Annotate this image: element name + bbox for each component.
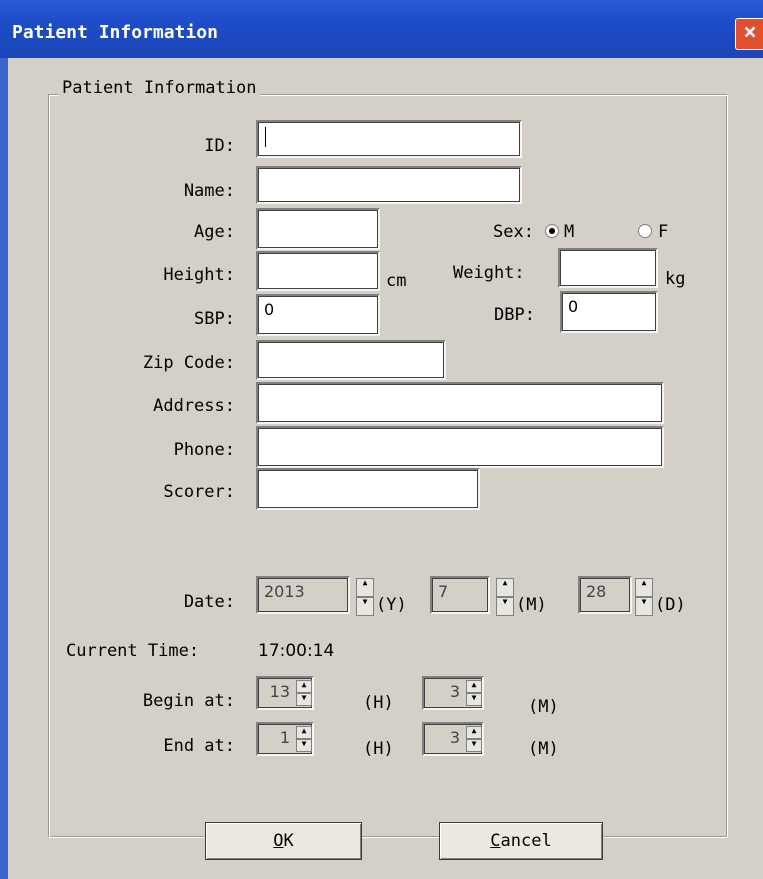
window-title: Patient Information: [12, 22, 218, 43]
day-spinner[interactable]: ▲ ▼: [635, 578, 653, 616]
spin-down-icon[interactable]: ▼: [296, 693, 312, 706]
dbp-field[interactable]: 0: [560, 291, 658, 333]
zip-code-field[interactable]: [256, 340, 446, 380]
patient-info-dialog: Patient Information × Patient Informatio…: [0, 0, 763, 879]
sex-m-label[interactable]: M: [564, 222, 574, 242]
month-field[interactable]: 7: [430, 576, 490, 614]
zip-code-label: Zip Code:: [142, 353, 235, 373]
sex-label: Sex:: [493, 222, 534, 242]
name-field[interactable]: [256, 166, 522, 204]
begin-minute-unit: (M): [528, 697, 559, 717]
text-caret: [265, 127, 266, 147]
spin-up-icon[interactable]: ▲: [466, 726, 482, 739]
sex-f-label[interactable]: F: [658, 222, 668, 242]
year-unit: (Y): [376, 595, 407, 615]
spin-down-icon[interactable]: ▼: [635, 597, 653, 616]
end-at-label: End at:: [163, 736, 235, 756]
end-minute-spinner[interactable]: ▲ ▼: [466, 726, 482, 752]
month-spinner[interactable]: ▲ ▼: [496, 578, 514, 616]
date-label: Date:: [183, 592, 235, 612]
spin-up-icon[interactable]: ▲: [496, 578, 514, 597]
id-field[interactable]: [256, 120, 522, 158]
weight-label: Weight:: [453, 263, 525, 283]
day-unit: (D): [655, 595, 686, 615]
cancel-button[interactable]: Cancel: [439, 822, 603, 860]
weight-unit: kg: [665, 269, 686, 289]
spin-up-icon[interactable]: ▲: [296, 726, 312, 739]
year-field[interactable]: 2013: [256, 576, 350, 614]
phone-label: Phone:: [173, 440, 235, 460]
end-hour-unit: (H): [363, 739, 394, 759]
end-minute-unit: (M): [528, 739, 559, 759]
spin-down-icon[interactable]: ▼: [356, 597, 374, 616]
spin-up-icon[interactable]: ▲: [635, 578, 653, 597]
end-hour-spinner[interactable]: ▲ ▼: [296, 726, 312, 752]
age-label: Age:: [194, 222, 235, 242]
current-time-value: 17:00:14: [258, 641, 335, 661]
dbp-label: DBP:: [494, 305, 535, 325]
close-icon[interactable]: ×: [735, 18, 763, 50]
month-unit: (M): [516, 595, 547, 615]
spin-down-icon[interactable]: ▼: [466, 739, 482, 752]
current-time-label: Current Time:: [66, 641, 200, 661]
day-field[interactable]: 28: [578, 576, 632, 614]
sbp-field[interactable]: 0: [256, 294, 380, 336]
title-bar[interactable]: Patient Information ×: [0, 0, 763, 58]
spin-down-icon[interactable]: ▼: [466, 693, 482, 706]
address-label: Address:: [153, 396, 235, 416]
sex-m-radio[interactable]: [545, 224, 559, 238]
age-field[interactable]: [256, 208, 380, 250]
phone-field[interactable]: [256, 426, 664, 468]
begin-hour-unit: (H): [363, 693, 394, 713]
spin-up-icon[interactable]: ▲: [356, 578, 374, 597]
id-label: ID:: [204, 136, 235, 156]
height-label: Height:: [163, 265, 235, 285]
height-field[interactable]: [256, 251, 380, 291]
begin-minute-spinner[interactable]: ▲ ▼: [466, 680, 482, 706]
ok-button[interactable]: OK: [205, 822, 362, 860]
sbp-label: SBP:: [194, 309, 235, 329]
year-spinner[interactable]: ▲ ▼: [356, 578, 374, 616]
spin-down-icon[interactable]: ▼: [496, 597, 514, 616]
name-label: Name:: [183, 181, 235, 201]
spin-up-icon[interactable]: ▲: [466, 680, 482, 693]
address-field[interactable]: [256, 382, 664, 424]
group-legend: Patient Information: [58, 78, 261, 98]
dialog-body: Patient Information ID: Name: Age: Sex: …: [8, 58, 763, 879]
spin-up-icon[interactable]: ▲: [296, 680, 312, 693]
weight-field[interactable]: [558, 248, 658, 288]
spin-down-icon[interactable]: ▼: [296, 739, 312, 752]
begin-at-label: Begin at:: [142, 691, 235, 711]
sex-f-radio[interactable]: [638, 224, 652, 238]
scorer-label: Scorer:: [163, 482, 235, 502]
height-unit: cm: [386, 271, 407, 291]
begin-hour-spinner[interactable]: ▲ ▼: [296, 680, 312, 706]
scorer-field[interactable]: [256, 468, 480, 510]
